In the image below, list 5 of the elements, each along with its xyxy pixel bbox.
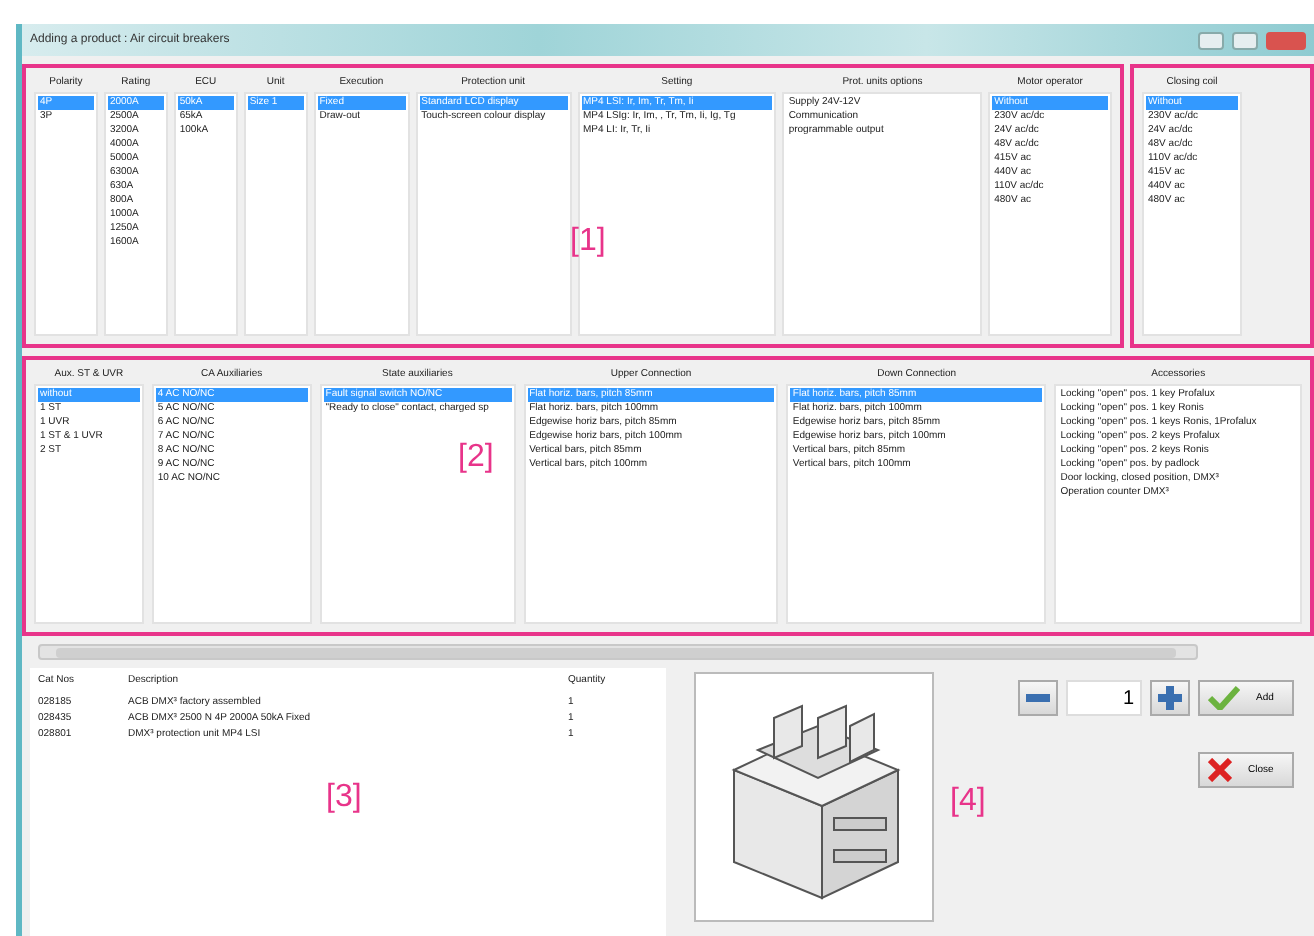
- annotation-label: [1]: [570, 224, 606, 260]
- annotation-label: [4]: [950, 784, 988, 822]
- quantity-field[interactable]: 1: [1066, 680, 1142, 716]
- annotation-label: [3]: [326, 780, 362, 816]
- annotation-label: [2]: [458, 440, 494, 476]
